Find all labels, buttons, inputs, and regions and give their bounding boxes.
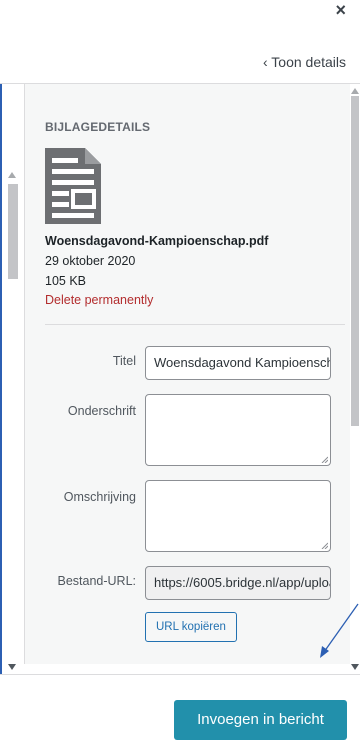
left-scrollbar[interactable] [2,84,24,674]
media-modal: × ‹ Toon details BIJLAGEDETAILS Woensdag… [0,0,360,747]
scroll-down-icon[interactable] [8,664,16,670]
caption-textarea[interactable] [145,394,331,466]
document-icon [45,148,101,224]
file-size: 105 KB [45,274,87,288]
scroll-thumb[interactable] [351,96,359,426]
description-textarea[interactable] [145,480,331,552]
attachment-details-panel: BIJLAGEDETAILS Woensdagavond-Kampioensch… [24,84,352,664]
file-url-input[interactable]: https://6005.bridge.nl/app/uploads/Woens… [145,566,331,600]
resize-grip-icon[interactable] [320,455,328,463]
upload-date: 29 oktober 2020 [45,254,136,268]
insert-into-post-button[interactable]: Invoegen in bericht [174,700,347,740]
description-label: Omschrijving [63,490,136,504]
right-scrollbar[interactable] [350,84,360,674]
title-label: Titel [112,354,136,368]
copy-url-button[interactable]: URL kopiëren [145,612,237,642]
modal-header: × ‹ Toon details [0,0,360,84]
title-input[interactable]: Woensdagavond Kampioenschap [145,346,331,380]
scroll-up-icon[interactable] [8,172,16,178]
scroll-thumb[interactable] [8,184,18,279]
divider [45,324,345,325]
caption-label: Onderschrift [67,404,136,418]
scroll-down-icon[interactable] [351,664,359,670]
section-title: BIJLAGEDETAILS [45,120,151,134]
modal-footer: Invoegen in bericht [0,674,360,747]
file-name: Woensdagavond-Kampioenschap.pdf [45,234,269,248]
file-url-label: Bestand-URL: [57,574,136,588]
scroll-up-icon[interactable] [351,88,359,94]
show-details-label: Toon details [271,54,346,70]
show-details-link[interactable]: ‹ Toon details [263,54,346,70]
close-icon[interactable]: × [335,1,346,19]
resize-grip-icon[interactable] [320,541,328,549]
delete-permanently-link[interactable]: Delete permanently [45,293,153,307]
